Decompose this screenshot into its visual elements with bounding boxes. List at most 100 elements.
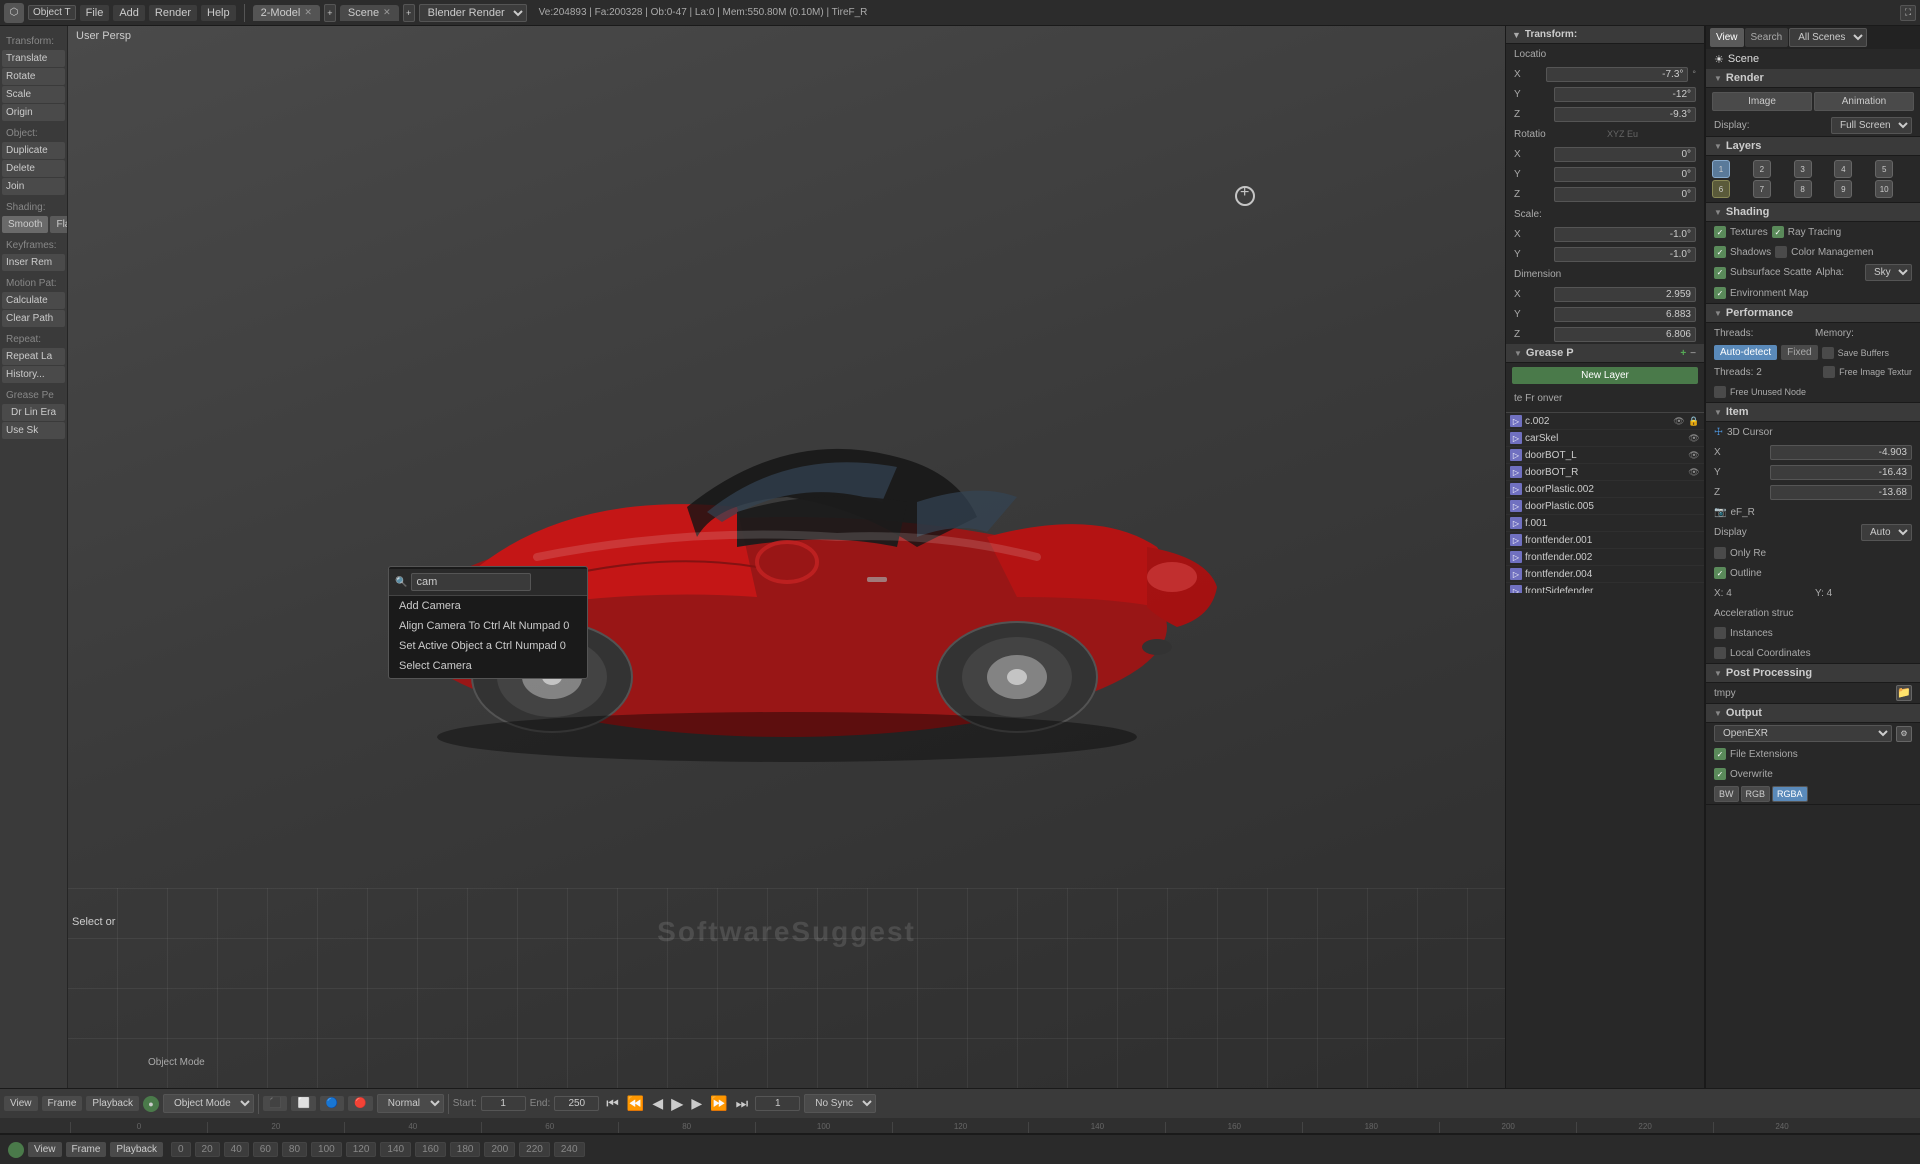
outliner-item-frontfender004[interactable]: ▷ frontfender.004 [1506, 566, 1704, 583]
play-btn[interactable]: ▶ [668, 1094, 686, 1114]
rotate-btn[interactable]: Rotate [2, 68, 65, 85]
set-active-object-item[interactable]: Set Active Object a Ctrl Numpad 0 [389, 636, 587, 656]
tab-scene[interactable]: Scene ✕ [340, 5, 399, 21]
grease-add-btn[interactable]: + [1680, 348, 1686, 359]
local-coord-check[interactable] [1714, 647, 1726, 659]
instances-check[interactable] [1714, 627, 1726, 639]
normal-select[interactable]: Normal [377, 1094, 444, 1113]
view-mode-btn[interactable]: View [28, 1142, 62, 1157]
dim-x-input[interactable] [1554, 287, 1696, 302]
tab-2model-close[interactable]: ✕ [304, 7, 312, 18]
use-sk-btn[interactable]: Use Sk [2, 422, 65, 439]
playback-btn[interactable]: Playback [86, 1096, 139, 1111]
rot-y-input[interactable] [1554, 167, 1696, 182]
settings-icon[interactable]: ⚙ [1896, 726, 1912, 742]
shadows-check[interactable]: ✓ [1714, 246, 1726, 258]
rgba-btn[interactable]: RGBA [1772, 786, 1808, 802]
layer-1[interactable]: 1 [1712, 160, 1730, 178]
viewport-3d[interactable]: User Persp [68, 26, 1505, 1088]
outliner-item-carskel[interactable]: ▷ carSkel 👁 [1506, 430, 1704, 447]
layer-3[interactable]: 3 [1794, 160, 1812, 178]
only-re-check[interactable] [1714, 547, 1726, 559]
scale-x-input[interactable] [1554, 227, 1696, 242]
prev-frame-btn[interactable]: ⏪ [624, 1095, 647, 1112]
view-tab[interactable]: View [1710, 28, 1744, 47]
select-camera-item[interactable]: Select Camera [389, 656, 587, 676]
prev-keyframe-btn[interactable]: ◀ [649, 1095, 666, 1112]
auto-detect-btn[interactable]: Auto-detect [1714, 345, 1777, 360]
scale-btn[interactable]: Scale [2, 86, 65, 103]
tab-2model[interactable]: 2-Model ✕ [253, 5, 320, 21]
layer-6[interactable]: 6 [1712, 180, 1730, 198]
eye-icon-doorbot-l[interactable]: 👁 [1688, 450, 1700, 461]
flat-btn[interactable]: Flat [50, 216, 68, 233]
outliner-item-doorplastic002[interactable]: ▷ doorPlastic.002 [1506, 481, 1704, 498]
top-menu-help[interactable]: Help [201, 5, 236, 21]
outline-check[interactable]: ✓ [1714, 567, 1726, 579]
dim-z-input[interactable] [1554, 327, 1696, 342]
outliner-item-frontsidefender[interactable]: ▷ frontSidefender [1506, 583, 1704, 593]
env-map-check[interactable]: ✓ [1714, 287, 1726, 299]
output-section-header[interactable]: ▼ Output [1706, 704, 1920, 723]
layers-section-header[interactable]: ▼ Layers [1706, 137, 1920, 156]
layer-4[interactable]: 4 [1834, 160, 1852, 178]
transform-header[interactable]: ▼ Transform: [1506, 26, 1704, 44]
layer-5[interactable]: 5 [1875, 160, 1893, 178]
origin-btn[interactable]: Origin [2, 104, 65, 121]
folder-icon[interactable]: 📁 [1896, 685, 1912, 701]
pivot-selector[interactable]: Object T [28, 5, 76, 20]
shading-section-header[interactable]: ▼ Shading [1706, 203, 1920, 222]
dim-y-input[interactable] [1554, 307, 1696, 322]
loc-x-input[interactable]: -7.3° [1546, 67, 1688, 82]
insert-rem-btn[interactable]: Inser Rem [2, 254, 65, 271]
loc-y-input[interactable]: -12° [1554, 87, 1696, 102]
new-layer-btn[interactable]: New Layer [1512, 367, 1698, 384]
item-section-header[interactable]: ▼ Item [1706, 403, 1920, 422]
draw-lin-era-btn[interactable]: Dr Lin Era [2, 404, 65, 421]
clear-path-btn[interactable]: Clear Path [2, 310, 65, 327]
smooth-btn[interactable]: Smooth [2, 216, 48, 233]
next-keyframe-btn[interactable]: ▶ [688, 1095, 705, 1112]
outliner-item-doorbot-r[interactable]: ▷ doorBOT_R 👁 [1506, 464, 1704, 481]
image-render-btn[interactable]: Image [1712, 92, 1812, 111]
search-tab[interactable]: Search [1745, 28, 1789, 47]
translate-btn[interactable]: Translate [2, 50, 65, 67]
render-section-header[interactable]: ▼ Render [1706, 69, 1920, 88]
overwrite-check[interactable]: ✓ [1714, 768, 1726, 780]
viewport-shading-btn[interactable]: ⬛ [263, 1096, 287, 1111]
eye-icon-doorbot-r[interactable]: 👁 [1688, 467, 1700, 478]
all-scenes-select[interactable]: All Scenes [1789, 28, 1867, 47]
rot-z-input[interactable] [1554, 187, 1696, 202]
render-engine-select[interactable]: Blender Render [419, 4, 527, 22]
join-btn[interactable]: Join [2, 178, 65, 195]
context-search-input[interactable]: cam [411, 573, 531, 591]
material-btn[interactable]: 🔴 [348, 1096, 372, 1111]
ray-tracing-check[interactable]: ✓ [1772, 226, 1784, 238]
outliner-item-frontfender001[interactable]: ▷ frontfender.001 [1506, 532, 1704, 549]
frame-mode-btn[interactable]: Frame [66, 1142, 107, 1157]
add-camera-item[interactable]: Add Camera [389, 596, 587, 616]
start-frame-input[interactable]: 1 [481, 1096, 526, 1111]
sync-select[interactable]: No Sync [804, 1094, 876, 1113]
cursor-z-input[interactable]: -13.68 [1770, 485, 1912, 500]
history-btn[interactable]: History... [2, 366, 65, 383]
repeat-last-btn[interactable]: Repeat La [2, 348, 65, 365]
outliner-item-c002[interactable]: ▷ c.002 👁 🔒 [1506, 413, 1704, 430]
tab-scene-close[interactable]: ✕ [383, 7, 391, 18]
outliner-item-f001[interactable]: ▷ f.001 [1506, 515, 1704, 532]
playback-mode-btn[interactable]: Playback [110, 1142, 163, 1157]
scale-y-input[interactable] [1554, 247, 1696, 262]
post-processing-header[interactable]: ▼ Post Processing [1706, 664, 1920, 683]
animation-render-btn[interactable]: Animation [1814, 92, 1914, 111]
rot-x-input[interactable] [1554, 147, 1696, 162]
view-mode-icon[interactable] [8, 1142, 24, 1158]
delete-btn[interactable]: Delete [2, 160, 65, 177]
bw-btn[interactable]: BW [1714, 786, 1739, 802]
outliner-item-frontfender002[interactable]: ▷ frontfender.002 [1506, 549, 1704, 566]
skip-end-btn[interactable]: ⏭ [733, 1095, 752, 1112]
add-tab-2-btn[interactable]: + [403, 4, 415, 22]
free-image-check[interactable] [1823, 366, 1835, 378]
fixed-btn[interactable]: Fixed [1781, 345, 1817, 360]
save-buffers-check[interactable] [1822, 347, 1834, 359]
loc-z-input[interactable]: -9.3° [1554, 107, 1696, 122]
